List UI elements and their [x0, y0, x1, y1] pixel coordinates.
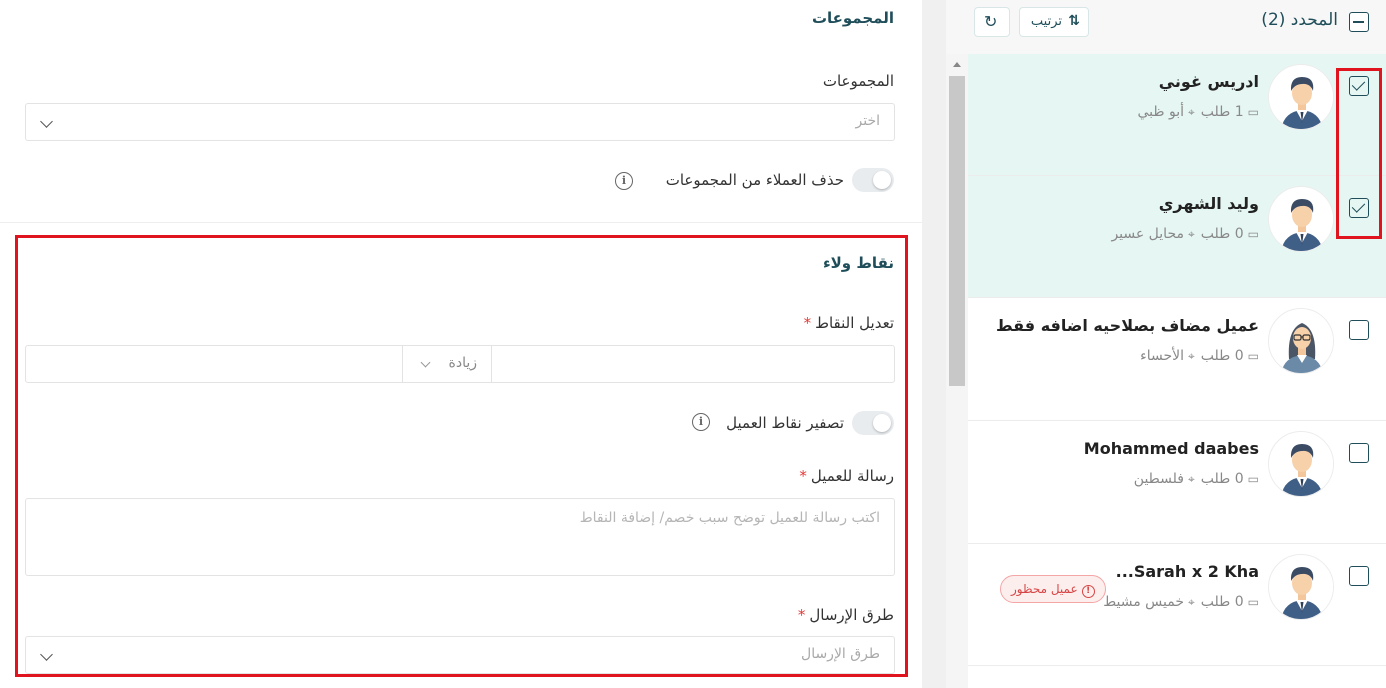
orders-box-icon: ▭	[1247, 227, 1259, 241]
message-label-text: رسالة للعميل	[810, 467, 894, 485]
toggle-knob	[873, 414, 891, 432]
section-divider	[0, 222, 922, 223]
customer-location: فلسطين	[1133, 471, 1184, 487]
location-pin-icon: ⌖	[1187, 472, 1195, 486]
bulk-edit-form-panel: المجموعات المجموعات اختر حذف العملاء من …	[0, 0, 922, 688]
customer-checkbox[interactable]	[1349, 566, 1369, 586]
customer-checkbox[interactable]	[1349, 443, 1369, 463]
customer-name[interactable]: وليد الشهري	[1159, 194, 1259, 213]
customer-message-textarea[interactable]: اكتب رسالة للعميل توضح سبب خصم/ إضافة ال…	[25, 498, 895, 576]
groups-select-placeholder: اختر	[855, 113, 881, 129]
loyalty-section-title: نقاط ولاء	[822, 254, 894, 272]
points-operation-value: زيادة	[448, 355, 478, 371]
info-icon[interactable]: i	[615, 172, 633, 190]
customer-checkbox[interactable]	[1349, 198, 1369, 218]
location-pin-icon: ⌖	[1187, 227, 1195, 241]
refresh-icon: ↻	[984, 12, 998, 31]
reset-points-toggle[interactable]	[852, 411, 894, 435]
remove-from-groups-label: حذف العملاء من المجموعات	[665, 171, 844, 189]
message-placeholder: اكتب رسالة للعميل توضح سبب خصم/ إضافة ال…	[579, 510, 880, 526]
adjust-points-label-text: تعديل النقاط	[815, 314, 894, 332]
send-methods-select[interactable]: طرق الإرسال	[25, 636, 895, 674]
orders-count: 1 طلب	[1200, 104, 1244, 120]
chevron-down-icon	[40, 115, 53, 128]
scrollbar-thumb[interactable]	[949, 76, 965, 386]
customer-location: الأحساء	[1140, 348, 1184, 364]
remove-from-groups-toggle[interactable]	[852, 168, 894, 192]
customer-meta: ▭0 طلب ⌖الأحساء	[1140, 348, 1259, 364]
customer-row[interactable]: عميل مضاف بصلاحيه اضافه فقط ▭0 طلب ⌖الأحسا…	[968, 298, 1386, 421]
customer-checkbox[interactable]	[1349, 320, 1369, 340]
customer-name[interactable]: Mohammed daabes	[1084, 439, 1259, 458]
sort-label: ترتيب	[1030, 14, 1062, 29]
send-methods-label: طرق الإرسال*	[798, 606, 894, 624]
customer-row[interactable]: Mohammed daabes ▭0 طلب ⌖فلسطين	[968, 421, 1386, 544]
adjust-points-label: تعديل النقاط*	[804, 314, 894, 332]
warning-icon: !	[1081, 585, 1095, 598]
customer-name[interactable]: Sarah x 2 Kha...	[1116, 562, 1259, 581]
sort-icon: ⇅	[1068, 13, 1080, 29]
points-operation-select[interactable]: زيادة	[402, 346, 492, 382]
reset-points-label: تصفير نقاط العميل	[726, 414, 844, 432]
select-all-checkbox[interactable]	[1349, 12, 1369, 32]
customer-location: أبو ظبي	[1137, 104, 1184, 120]
selected-count-label: المحدد (2)	[1261, 10, 1338, 30]
customer-list-header: المحدد (2)	[946, 0, 1386, 54]
orders-count: 0 طلب	[1200, 594, 1244, 610]
send-methods-placeholder: طرق الإرسال	[801, 646, 880, 662]
orders-box-icon: ▭	[1247, 472, 1259, 486]
send-methods-label-text: طرق الإرسال	[809, 606, 894, 624]
avatar	[1268, 554, 1334, 620]
info-icon[interactable]: i	[692, 413, 710, 431]
customer-meta: ▭1 طلب ⌖أبو ظبي	[1137, 104, 1259, 120]
orders-box-icon: ▭	[1247, 349, 1259, 363]
avatar	[1268, 308, 1334, 374]
location-pin-icon: ⌖	[1187, 105, 1195, 119]
scroll-up-arrow-icon[interactable]	[953, 62, 961, 67]
required-mark: *	[803, 314, 812, 332]
toggle-knob	[873, 171, 891, 189]
refresh-button[interactable]: ↻	[974, 7, 1010, 37]
badge-text: عميل محظور	[1011, 582, 1078, 596]
customer-location: خميس مشيط	[1103, 594, 1184, 610]
loyalty-highlight-annotation	[15, 235, 908, 677]
location-pin-icon: ⌖	[1187, 595, 1195, 609]
orders-count: 0 طلب	[1200, 348, 1244, 364]
customer-name[interactable]: عميل مضاف بصلاحيه اضافه فقط	[996, 316, 1259, 335]
location-pin-icon: ⌖	[1187, 349, 1195, 363]
customer-meta: ▭0 طلب ⌖محايل عسير	[1111, 226, 1259, 242]
chevron-down-icon	[40, 648, 53, 661]
panel-gap	[922, 0, 946, 688]
message-label: رسالة للعميل*	[799, 467, 894, 485]
avatar	[1268, 186, 1334, 252]
required-mark: *	[799, 467, 807, 485]
orders-box-icon: ▭	[1247, 105, 1259, 119]
customer-location: محايل عسير	[1111, 226, 1184, 242]
customer-row[interactable]: ادريس غوني ▭1 طلب ⌖أبو ظبي	[968, 54, 1386, 176]
customer-row[interactable]: Sarah x 2 Kha... ▭0 طلب ⌖خميس مشيط !عميل مح…	[968, 544, 1386, 666]
orders-count: 0 طلب	[1200, 226, 1244, 242]
groups-field-label: المجموعات	[822, 72, 894, 90]
points-amount-input[interactable]	[26, 346, 402, 382]
adjust-points-group: زيادة	[25, 345, 895, 383]
sort-button[interactable]: ⇅ ترتيب	[1019, 7, 1089, 37]
customer-row[interactable]: وليد الشهري ▭0 طلب ⌖محايل عسير	[968, 176, 1386, 298]
avatar	[1268, 431, 1334, 497]
customer-meta: ▭0 طلب ⌖خميس مشيط	[1103, 594, 1259, 610]
groups-select[interactable]: اختر	[25, 103, 895, 141]
customer-meta: ▭0 طلب ⌖فلسطين	[1134, 471, 1259, 487]
groups-section-title: المجموعات	[811, 9, 894, 27]
customer-checkbox[interactable]	[1349, 76, 1369, 96]
orders-count: 0 طلب	[1200, 471, 1244, 487]
chevron-down-icon	[420, 357, 431, 368]
avatar	[1268, 64, 1334, 130]
banned-customer-badge: !عميل محظور	[1000, 575, 1106, 603]
orders-box-icon: ▭	[1247, 595, 1259, 609]
customer-name[interactable]: ادريس غوني	[1159, 72, 1259, 91]
required-mark: *	[797, 606, 806, 624]
